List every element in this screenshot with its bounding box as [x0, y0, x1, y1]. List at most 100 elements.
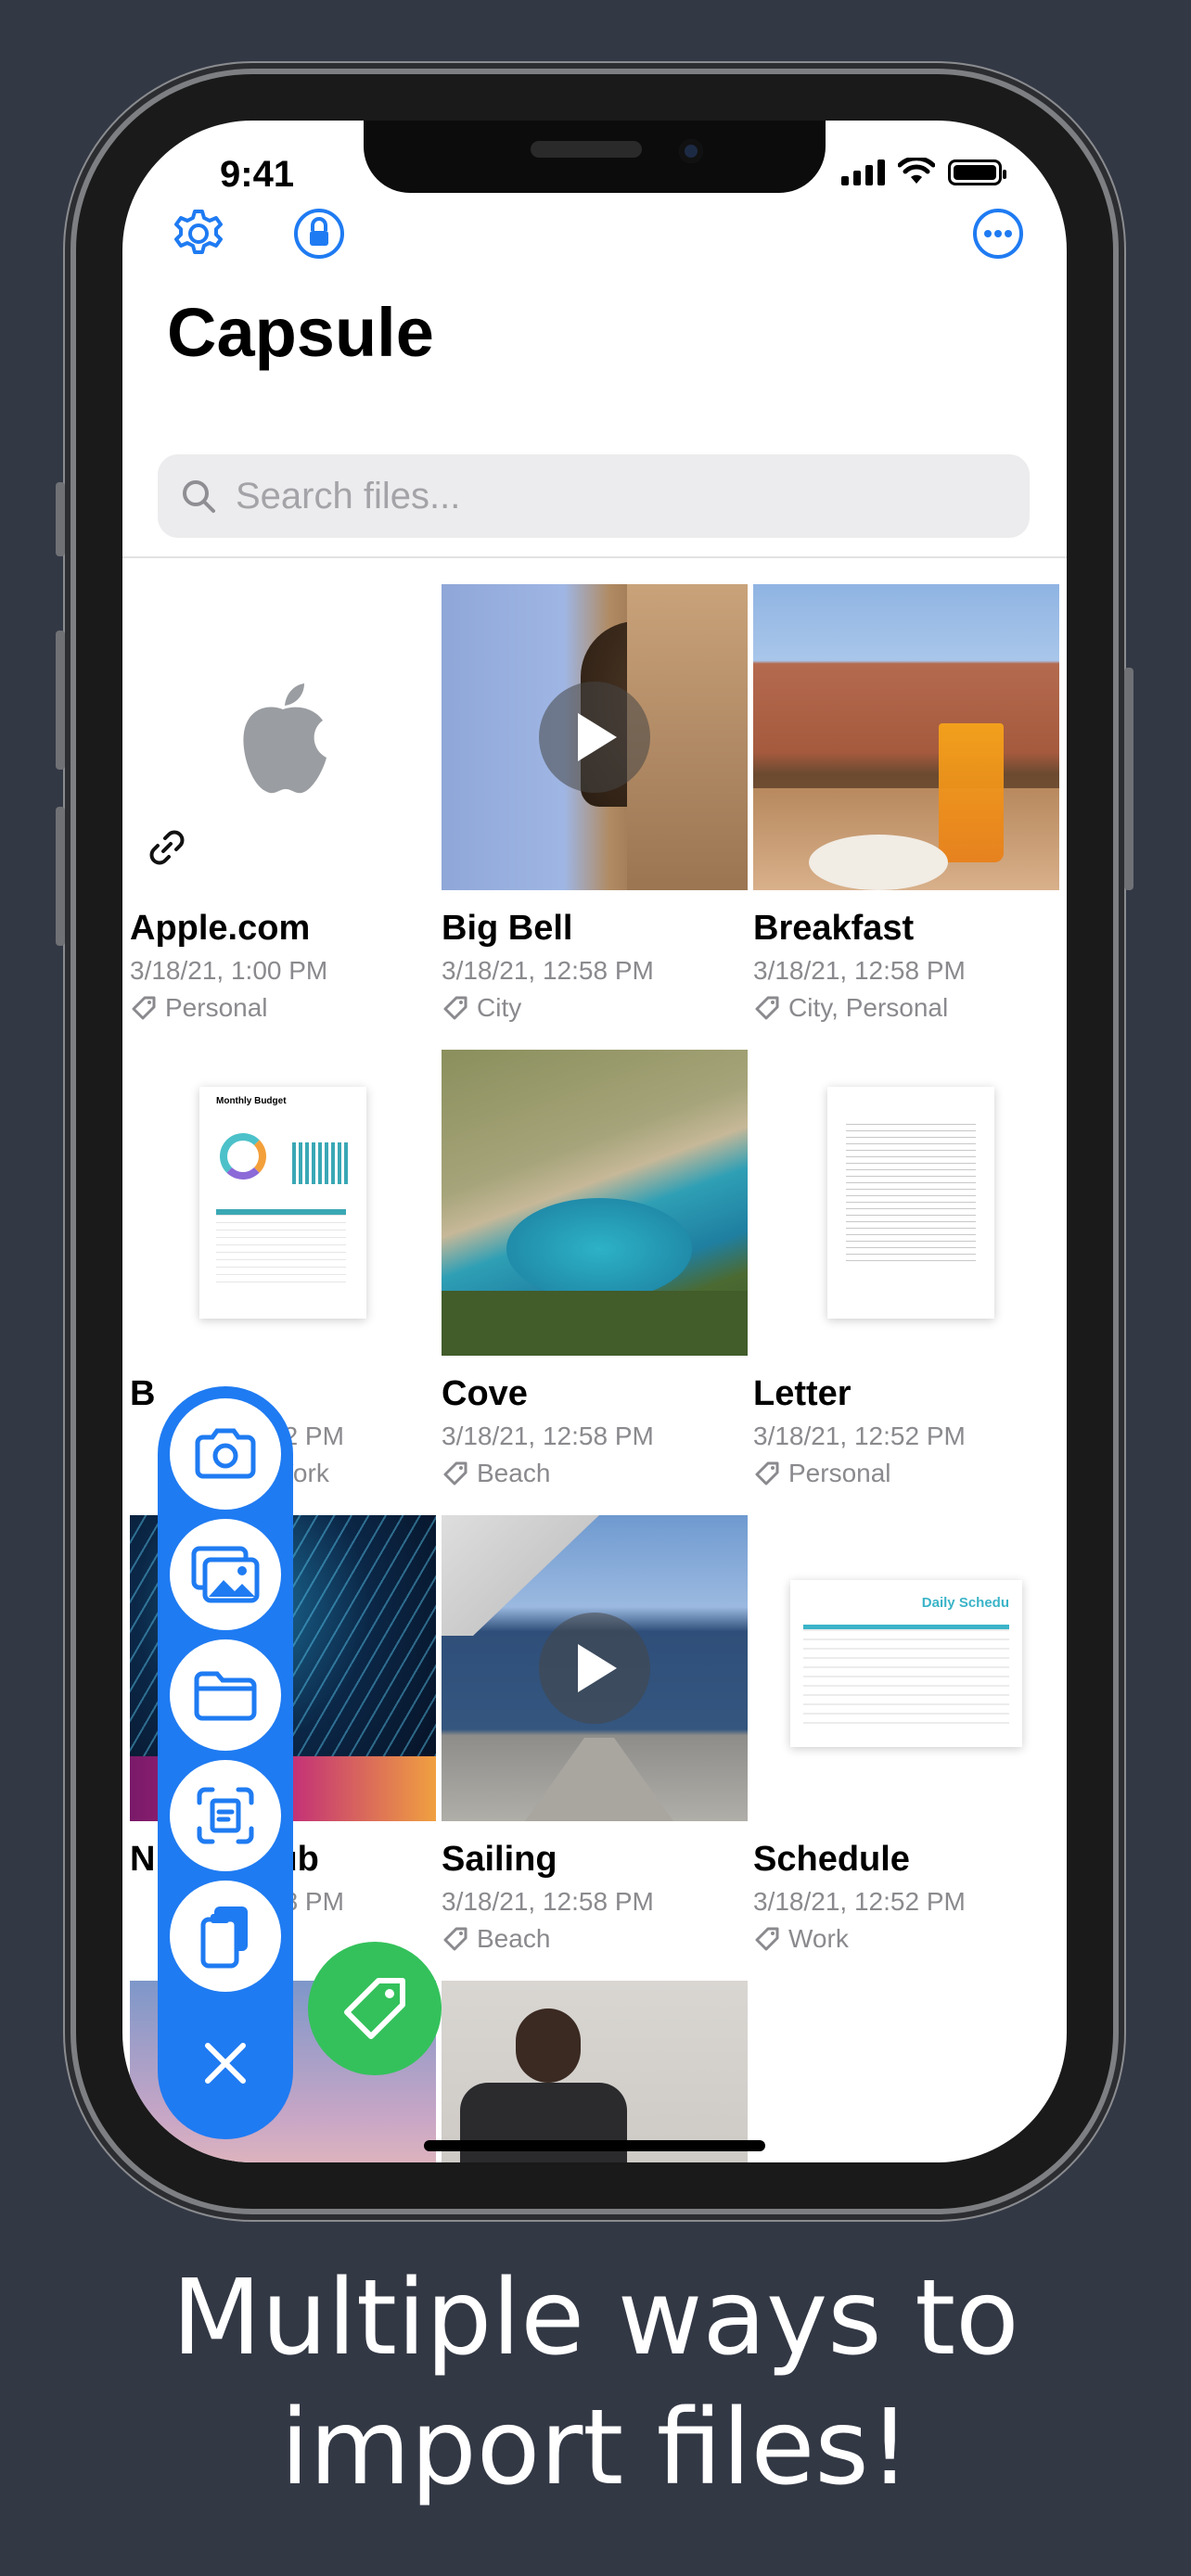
file-tags: City — [442, 993, 748, 1023]
schedule-document: Daily Schedu — [790, 1580, 1022, 1747]
file-item-cove[interactable]: Cove 3/18/21, 12:58 PM Beach — [442, 1050, 748, 1488]
camera-import-button[interactable] — [170, 1398, 281, 1510]
photos-icon — [191, 1546, 260, 1603]
file-thumbnail: Monthly Budget — [130, 1050, 436, 1356]
gear-icon — [174, 210, 223, 254]
file-date: 3/18/21, 12:58 PM — [753, 956, 966, 985]
file-item-sailing[interactable]: Sailing 3/18/21, 12:58 PM Beach — [442, 1515, 748, 1954]
file-item-big-bell[interactable]: Big Bell 3/18/21, 12:58 PM City — [442, 584, 748, 1023]
file-title: Cove — [442, 1374, 528, 1413]
file-date: 3/18/21, 12:52 PM — [753, 1422, 966, 1450]
file-item-portrait[interactable] — [442, 1981, 748, 2162]
tag-icon — [344, 1978, 405, 2039]
budget-table — [216, 1209, 346, 1283]
tag-filter-button[interactable] — [308, 1942, 442, 2075]
file-title: Sailing — [442, 1840, 557, 1879]
more-button[interactable] — [970, 206, 1026, 261]
status-icons — [841, 158, 1006, 185]
promo-caption: Multiple ways to import files! — [0, 2253, 1191, 2513]
clipboard-icon — [200, 1906, 248, 1969]
letter-document — [827, 1087, 994, 1319]
file-tag-label: Personal — [165, 993, 268, 1022]
caption-line-1: Multiple ways to — [172, 2258, 1019, 2378]
letter-text-lines — [846, 1124, 976, 1263]
file-title: Schedule — [753, 1840, 910, 1879]
file-item-letter[interactable]: Letter 3/18/21, 12:52 PM Personal — [753, 1050, 1059, 1488]
scan-document-button[interactable] — [170, 1760, 281, 1871]
lock-button[interactable] — [291, 206, 347, 261]
photo-library-button[interactable] — [170, 1519, 281, 1630]
plate — [809, 835, 948, 890]
file-tags: Beach — [442, 1459, 748, 1488]
play-icon — [578, 713, 617, 761]
file-date: 3/18/21, 12:52 PM — [753, 1887, 966, 1916]
import-menu — [158, 1386, 293, 2139]
camera — [679, 139, 703, 163]
file-item-schedule[interactable]: Daily Schedu Schedule 3/18/21, 12:52 PM … — [753, 1515, 1059, 1954]
play-button[interactable] — [539, 1613, 650, 1724]
play-icon — [578, 1644, 617, 1692]
apple-logo-icon — [243, 683, 327, 794]
file-title: Apple.com — [130, 909, 311, 948]
header-divider — [122, 556, 1067, 558]
file-thumbnail — [753, 1050, 1059, 1356]
file-tag-label: Beach — [477, 1459, 551, 1487]
budget-document: Monthly Budget — [199, 1087, 366, 1319]
tag-icon — [755, 1927, 779, 1951]
file-tag-label: City — [477, 993, 522, 1022]
camera-icon — [195, 1428, 256, 1479]
volume-up-button — [56, 631, 65, 770]
files-import-button[interactable] — [170, 1639, 281, 1751]
file-thumbnail: Daily Schedu — [753, 1515, 1059, 1821]
bar-chart — [292, 1142, 348, 1184]
battery-icon — [948, 159, 1006, 185]
file-thumbnail — [442, 1050, 748, 1356]
boat-deck — [525, 1738, 673, 1821]
file-tags: Personal — [130, 993, 436, 1023]
file-date: 3/18/21, 12:58 PM — [442, 1887, 654, 1916]
cellular-icon — [841, 159, 885, 185]
file-tag-label: Beach — [477, 1924, 551, 1953]
file-title: Big Bell — [442, 909, 573, 948]
link-icon — [149, 830, 185, 865]
tag-icon — [755, 1461, 779, 1486]
schedule-doc-title: Daily Schedu — [921, 1595, 1009, 1611]
page-title: Capsule — [167, 294, 434, 371]
phone-frame: 9:41 Capsule Search files... Apple.com 3… — [56, 74, 1133, 2209]
paste-import-button[interactable] — [170, 1881, 281, 1992]
file-tag-label: Personal — [788, 1459, 891, 1487]
settings-button[interactable] — [171, 206, 226, 261]
file-title-start: N — [130, 1840, 156, 1879]
file-thumbnail — [130, 584, 436, 890]
search-input[interactable]: Search files... — [236, 476, 460, 517]
wifi-icon — [898, 158, 935, 184]
play-button[interactable] — [539, 682, 650, 793]
file-tags: Beach — [442, 1924, 748, 1954]
cove-water — [506, 1198, 692, 1300]
juice-glass — [939, 723, 1004, 862]
document-scanner-icon — [197, 1787, 254, 1844]
file-date: 3/18/21, 1:00 PM — [130, 956, 328, 985]
ellipsis-circle-icon — [973, 209, 1023, 259]
file-item-apple[interactable]: Apple.com 3/18/21, 1:00 PM Personal — [130, 584, 436, 1023]
schedule-table — [803, 1625, 1009, 1727]
file-thumbnail — [442, 1515, 748, 1821]
mute-switch — [56, 482, 65, 556]
tag-icon — [443, 996, 467, 1020]
file-tags: City, Personal — [753, 993, 1059, 1023]
search-bar[interactable]: Search files... — [158, 454, 1030, 538]
file-title: Letter — [753, 1374, 852, 1413]
tag-icon — [132, 996, 156, 1020]
status-time: 9:41 — [220, 154, 295, 195]
lock-icon — [294, 209, 344, 259]
file-thumbnail — [442, 1981, 748, 2162]
file-item-breakfast[interactable]: Breakfast 3/18/21, 12:58 PM City, Person… — [753, 584, 1059, 1023]
file-title: Breakfast — [753, 909, 915, 948]
file-tag-label: Work — [788, 1924, 849, 1953]
close-menu-button[interactable] — [170, 2008, 281, 2119]
caption-line-2: import files! — [280, 2388, 911, 2508]
file-tags: Work — [753, 1924, 1059, 1954]
volume-down-button — [56, 807, 65, 946]
budget-doc-title: Monthly Budget — [216, 1096, 287, 1106]
tag-icon — [755, 996, 779, 1020]
